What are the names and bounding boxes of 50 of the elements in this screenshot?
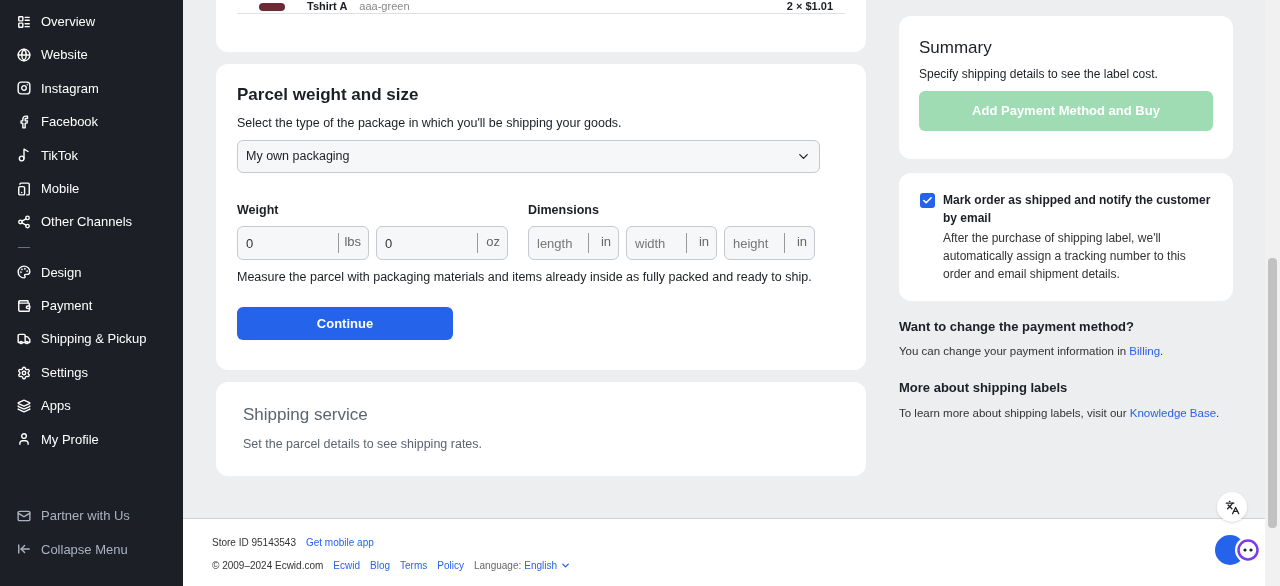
info-title: Want to change the payment method? <box>899 317 1135 336</box>
sidebar-item[interactable]: Shipping & Pickup <box>0 322 183 356</box>
section-title: Parcel weight and size <box>237 84 420 106</box>
footer-link[interactable]: Policy <box>437 558 464 573</box>
footer-link[interactable]: Ecwid <box>333 558 360 573</box>
info-text: To learn more about shipping labels, visit our Knowledge Base. <box>899 405 1221 421</box>
section-title: Shipping service <box>243 403 369 426</box>
footer-link[interactable]: Terms <box>400 558 428 573</box>
unit-label: in <box>796 235 807 248</box>
package-dropdown[interactable]: My own packaging <box>237 140 820 174</box>
product-price: 2 × $1.01 <box>786 1 833 12</box>
language-label: Language: <box>473 559 522 573</box>
unit-label: oz <box>486 235 500 248</box>
unit-label: in <box>600 235 611 248</box>
sidebar-item[interactable]: Collapse Menu <box>0 532 183 566</box>
sidebar-item[interactable]: Design <box>0 255 183 290</box>
sidebar-item[interactable]: Settings <box>0 355 183 390</box>
copyright: © 2009–2024 Ecwid.com <box>212 559 324 573</box>
sidebar-item[interactable]: Facebook <box>0 105 183 139</box>
sidebar-item[interactable]: TikTok <box>0 138 183 172</box>
sidebar-item[interactable]: Overview <box>0 5 183 39</box>
info-text: You can change your payment information in Billing. <box>899 344 1165 359</box>
sidebar-item[interactable]: My Profile <box>0 422 183 457</box>
checkbox-label: Mark order as shipped and notify the customer by email <box>943 191 1212 227</box>
unit-label: in <box>698 235 709 248</box>
checkbox-description: After the purchase of shipping label, we'll automatically assign a tracking number to this order and email shipment details. <box>943 229 1187 283</box>
field-label: Weight <box>237 202 280 220</box>
product-name: Tshirt A <box>307 1 348 12</box>
section-subtitle: Set the parcel details to see shipping rates. <box>243 436 484 454</box>
unit-label: lbs <box>344 235 361 248</box>
sidebar-item[interactable]: Apps <box>0 389 183 423</box>
info-link[interactable]: Knowledge Base <box>1129 406 1217 419</box>
info-title: More about shipping labels <box>899 379 1069 398</box>
product-variant: aaa-green <box>359 1 410 12</box>
sidebar-item[interactable]: Other Channels <box>0 205 183 239</box>
sidebar-item[interactable]: Website <box>0 38 183 72</box>
sidebar-item[interactable]: Mobile <box>0 171 183 206</box>
measure-hint: Measure the parcel with packaging materials and items already inside as fully packed and ready to ship. <box>237 269 813 286</box>
language-selector[interactable]: English <box>524 558 572 573</box>
continue-button[interactable]: Continue <box>237 306 453 340</box>
field-label: Dimensions <box>528 202 600 220</box>
summary-subtitle: Specify shipping details to see the label cost. <box>919 65 1159 83</box>
footer-link[interactable]: Get mobile app <box>305 535 374 550</box>
sidebar-item[interactable]: Partner with Us <box>0 499 183 533</box>
section-subtitle: Select the type of the package in which you'll be shipping your goods. <box>237 114 623 132</box>
sidebar-item[interactable]: Payment <box>0 289 183 323</box>
sidebar-item[interactable]: Instagram <box>0 71 183 106</box>
summary-title: Summary <box>919 37 993 59</box>
store-id: Store ID 95143543 <box>212 536 296 550</box>
footer-link[interactable]: Blog <box>370 558 391 573</box>
